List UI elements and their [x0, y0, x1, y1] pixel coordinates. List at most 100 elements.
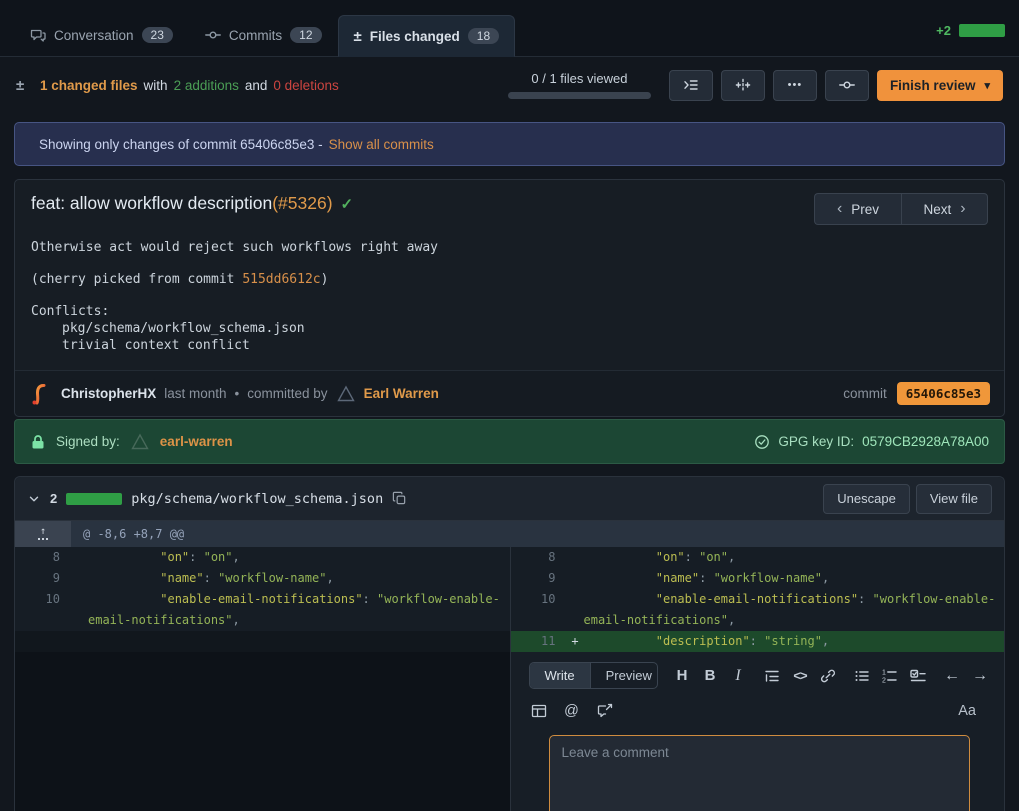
commit-icon — [205, 27, 221, 43]
ci-status-success-icon[interactable]: ✓ — [341, 195, 354, 213]
finish-review-button[interactable]: Finish review ▾ — [877, 70, 1003, 101]
line-number[interactable]: 8 — [15, 547, 71, 568]
diff-line-context: 9 "name": "workflow-name", — [15, 568, 510, 589]
heading-icon[interactable]: H — [672, 665, 692, 687]
ellipsis-icon: ••• — [788, 79, 803, 91]
line-number[interactable]: 8 — [511, 547, 567, 568]
diff-line-added: 11+ "description": "string", — [511, 631, 1005, 652]
next-commit-button[interactable]: Next › — [901, 193, 988, 225]
commit-author-row: ChristopherHX last month • committed by … — [15, 370, 1004, 416]
link-icon[interactable] — [818, 665, 838, 687]
tab-conversation[interactable]: Conversation 23 — [14, 14, 189, 56]
expand-hunk-button[interactable]: ↑ — [15, 521, 71, 547]
line-sign — [567, 589, 584, 631]
italic-icon[interactable]: I — [728, 665, 748, 687]
line-number[interactable]: 9 — [15, 568, 71, 589]
chevron-down-icon[interactable] — [27, 492, 41, 506]
diff-line-context: 8 "on": "on", — [15, 547, 510, 568]
committed-by-text: committed by — [247, 386, 327, 401]
diff-stat-added: +2 — [936, 23, 951, 38]
unescape-button[interactable]: Unescape — [823, 484, 910, 514]
unescape-label: Unescape — [837, 491, 896, 506]
summary-text: with — [144, 78, 168, 93]
line-code: "description": "string", — [584, 631, 1005, 652]
line-code: "on": "on", — [584, 547, 1005, 568]
line-number[interactable] — [15, 631, 71, 652]
committer-link[interactable]: Earl Warren — [364, 386, 439, 401]
diff-line-context: 9 "name": "workflow-name", — [511, 568, 1005, 589]
prev-label: Prev — [851, 202, 879, 217]
file-diff-header: 2 pkg/schema/workflow_schema.json Unesca… — [15, 477, 1004, 521]
copy-path-icon[interactable] — [392, 491, 407, 506]
line-number[interactable]: 11 — [511, 631, 567, 652]
finish-review-label: Finish review — [890, 78, 976, 93]
bold-icon[interactable]: B — [700, 665, 720, 687]
indent-icon[interactable]: → — [970, 665, 990, 687]
reference-icon[interactable] — [595, 700, 615, 722]
line-number[interactable]: 10 — [511, 589, 567, 631]
tab-commits[interactable]: Commits 12 — [189, 14, 338, 56]
committer-avatar[interactable] — [336, 384, 356, 404]
author-link[interactable]: ChristopherHX — [61, 386, 156, 401]
prev-commit-button[interactable]: ‹ Prev — [814, 193, 901, 225]
commit-hash-badge[interactable]: 65406c85e3 — [897, 382, 990, 405]
commit-label: commit — [843, 386, 887, 401]
outdent-icon[interactable]: ← — [942, 665, 962, 687]
chevron-left-icon: ‹ — [837, 201, 842, 217]
diff-view-mode-button[interactable] — [721, 70, 765, 101]
line-number[interactable]: 9 — [511, 568, 567, 589]
signer-avatar[interactable] — [130, 432, 150, 452]
signer-link[interactable]: earl-warren — [160, 434, 233, 449]
author-avatar[interactable] — [29, 382, 53, 406]
signed-by-label: Signed by: — [56, 434, 120, 449]
quote-icon[interactable] — [762, 665, 782, 687]
conflict-file: pkg/schema/workflow_schema.json — [31, 320, 988, 337]
commit-filter-banner: Showing only changes of commit 65406c85e… — [14, 122, 1005, 166]
view-file-label: View file — [930, 491, 978, 506]
diff-icon: ± — [16, 78, 24, 93]
line-number[interactable]: 10 — [15, 589, 71, 631]
task-list-icon[interactable] — [908, 665, 928, 687]
commit-date: last month — [164, 386, 226, 401]
files-viewed-bar — [508, 92, 651, 99]
cherry-pick-text: ) — [321, 272, 329, 287]
tab-files-changed[interactable]: ± Files changed 18 — [338, 15, 516, 57]
file-tree-icon — [683, 77, 699, 93]
svg-text:1: 1 — [882, 669, 886, 676]
view-file-button[interactable]: View file — [916, 484, 992, 514]
cherry-pick-commit-link[interactable]: 515dd6612c — [242, 272, 320, 287]
line-code: "on": "on", — [88, 547, 510, 568]
commit-message: Otherwise act would reject such workflow… — [15, 229, 1004, 370]
tab-count-badge: 23 — [142, 27, 173, 43]
cherry-pick-text: (cherry picked from commit — [31, 272, 242, 287]
write-tab[interactable]: Write — [530, 663, 590, 688]
pr-tab-bar: Conversation 23 Commits 12 ± Files chang… — [0, 0, 1019, 57]
summary-text: and — [245, 78, 268, 93]
inline-comment-editor: Write Preview H B I <> — [511, 652, 1005, 811]
expand-up-icon: ↑ — [38, 528, 48, 540]
diff-stat-bar — [959, 24, 1005, 37]
diff-options-button[interactable]: ••• — [773, 70, 817, 101]
gpg-key-label: GPG key ID: — [778, 434, 854, 449]
file-tree-toggle-button[interactable] — [669, 70, 713, 101]
unordered-list-icon[interactable] — [852, 665, 872, 687]
mention-icon[interactable]: @ — [562, 700, 582, 722]
line-code: "enable-email-notifications": "workflow-… — [88, 589, 510, 631]
file-path[interactable]: pkg/schema/workflow_schema.json — [131, 491, 383, 507]
code-icon[interactable]: <> — [790, 665, 810, 687]
gpg-key-value: 0579CB2928A78A00 — [862, 434, 989, 449]
tab-count-badge: 12 — [290, 27, 321, 43]
commit-select-button[interactable] — [825, 70, 869, 101]
plain-editor-toggle[interactable]: Aa — [958, 703, 976, 719]
ordered-list-icon[interactable]: 12 — [880, 665, 900, 687]
changed-files-count: 1 changed files — [40, 78, 138, 93]
commit-message-line: (cherry picked from commit 515dd6612c) — [31, 271, 988, 288]
commit-title: feat: allow workflow description (#5326)… — [31, 193, 814, 214]
comment-textarea[interactable] — [549, 735, 971, 811]
svg-text:2: 2 — [882, 677, 886, 684]
preview-tab[interactable]: Preview — [590, 663, 658, 688]
table-icon[interactable] — [529, 700, 549, 722]
show-all-commits-link[interactable]: Show all commits — [329, 137, 434, 152]
issue-link[interactable]: (#5326) — [272, 193, 332, 214]
diff-left-column: 8 "on": "on",9 "name": "workflow-name",1… — [15, 547, 510, 811]
